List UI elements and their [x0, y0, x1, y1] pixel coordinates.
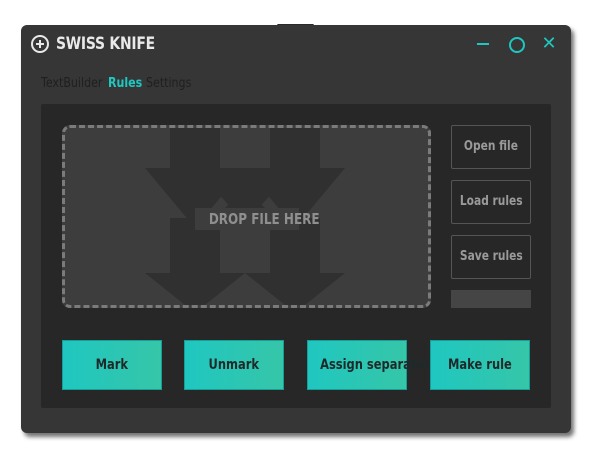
drop-label: DROP FILE HERE — [195, 208, 320, 230]
load-rules-button[interactable]: Load rules — [451, 180, 531, 224]
app-title: SWISS KNIFE — [56, 34, 155, 54]
mark-button[interactable]: Mark — [62, 340, 162, 390]
file-drop-zone[interactable]: DROP FILE HERE — [62, 125, 431, 308]
open-file-button[interactable]: Open file — [451, 125, 531, 169]
title-bar[interactable]: SWISS KNIFE ✕ — [21, 25, 571, 63]
tab-settings[interactable]: Settings — [146, 76, 191, 91]
plus-circle-icon — [31, 35, 49, 53]
minimize-button[interactable] — [473, 33, 493, 53]
status-box — [451, 290, 531, 308]
make-rule-button[interactable]: Make rule — [430, 340, 530, 390]
tab-textbuilder[interactable]: TextBuilder — [41, 76, 102, 91]
unmark-button[interactable]: Unmark — [184, 340, 284, 390]
rules-panel: DROP FILE HERE Open file Load rules Save… — [41, 104, 551, 408]
app-window: SWISS KNIFE ✕ TextBuilder Rules Settings — [21, 25, 571, 433]
close-button[interactable]: ✕ — [539, 33, 559, 53]
maximize-button[interactable] — [505, 33, 525, 53]
save-rules-button[interactable]: Save rules — [451, 235, 531, 279]
tab-rules[interactable]: Rules — [108, 76, 142, 91]
assign-separator-button[interactable]: Assign separator — [307, 340, 430, 390]
